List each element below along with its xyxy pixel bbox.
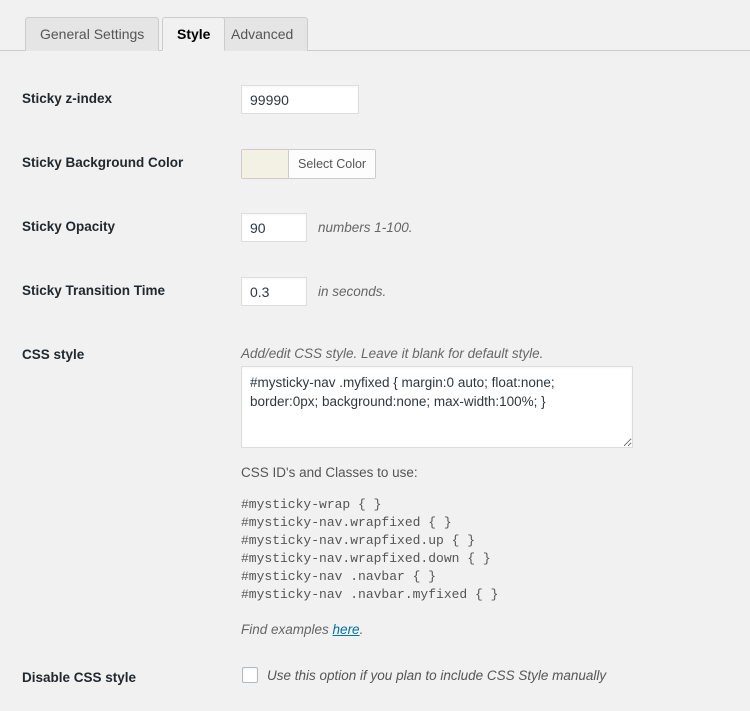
field-sticky-opacity: numbers 1-100. (241, 213, 413, 242)
sticky-zindex-input[interactable] (241, 85, 359, 114)
find-examples-suffix: . (359, 622, 364, 637)
label-disable-css-style: Disable CSS style (22, 670, 137, 685)
sticky-transition-time-hint: in seconds. (318, 284, 387, 299)
disable-css-style-checkbox-label: Use this option if you plan to include C… (267, 667, 607, 683)
field-sticky-zindex (241, 85, 359, 114)
select-color-label: Select Color (289, 150, 376, 178)
field-sticky-background-color: Select Color (241, 149, 377, 181)
label-sticky-background-color: Sticky Background Color (22, 155, 184, 170)
field-css-style: Add/edit CSS style. Leave it blank for d… (241, 346, 633, 637)
disable-css-style-checkbox-wrap: Use this option if you plan to include C… (241, 667, 606, 683)
select-color-button[interactable]: Select Color (241, 149, 377, 179)
color-swatch[interactable] (242, 150, 289, 178)
sticky-opacity-input[interactable] (241, 213, 307, 242)
find-examples-text: Find examples here. (241, 622, 633, 637)
tab-general-settings[interactable]: General Settings (25, 17, 160, 51)
find-examples-link[interactable]: here (333, 622, 360, 637)
label-sticky-opacity: Sticky Opacity (22, 219, 116, 234)
disable-css-style-checkbox[interactable] (242, 667, 258, 683)
css-classes-title: CSS ID's and Classes to use: (241, 465, 418, 480)
tab-style[interactable]: Style (162, 17, 226, 51)
css-classes-list: #mysticky-wrap { } #mysticky-nav.wrapfix… (241, 497, 499, 602)
label-sticky-zindex: Sticky z-index (22, 91, 113, 106)
field-disable-css-style: Use this option if you plan to include C… (241, 667, 606, 683)
sticky-transition-time-input[interactable] (241, 277, 307, 306)
tab-advanced[interactable]: Advanced (216, 17, 309, 51)
tab-bar: General Settings Style Advanced (0, 0, 750, 51)
label-sticky-transition-time: Sticky Transition Time (22, 283, 166, 298)
css-style-description: Add/edit CSS style. Leave it blank for d… (241, 346, 544, 361)
sticky-opacity-hint: numbers 1-100. (318, 220, 413, 235)
find-examples-prefix: Find examples (241, 622, 333, 637)
field-sticky-transition-time: in seconds. (241, 277, 386, 306)
css-style-textarea[interactable] (241, 366, 633, 448)
label-css-style: CSS style (22, 347, 85, 362)
